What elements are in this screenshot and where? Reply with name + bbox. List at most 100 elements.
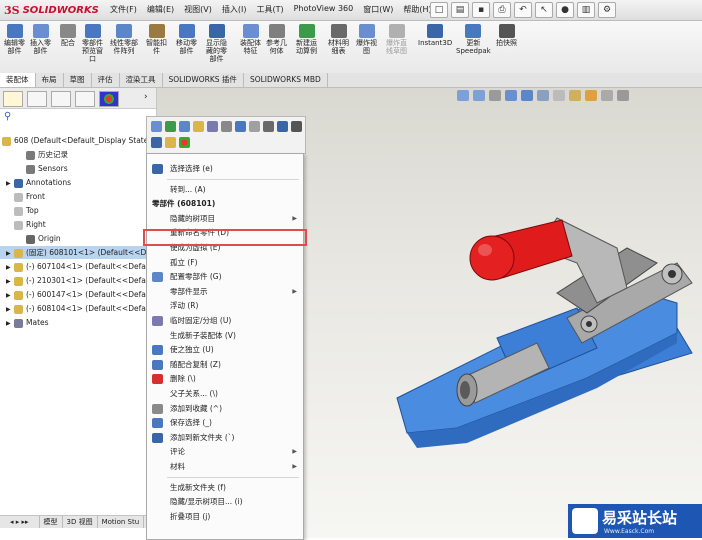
context-menu-item[interactable]: 隐藏的树项目 ▶: [147, 212, 303, 226]
table-icon[interactable]: [291, 121, 302, 132]
context-menu-item[interactable]: 孤立 (F): [147, 256, 303, 270]
tree-item[interactable]: Origin: [0, 232, 61, 245]
open-part-icon[interactable]: [179, 121, 190, 132]
tree-item[interactable]: 历史记录: [0, 148, 68, 161]
ribbon-command-13[interactable]: 爆炸直 线草图: [386, 24, 407, 55]
context-menu-item[interactable]: 生成新文件夹 (f): [147, 481, 303, 495]
open-file-icon[interactable]: ▤: [451, 2, 469, 18]
edit-sketch-icon[interactable]: [165, 121, 176, 132]
feature-tree-tab-icon[interactable]: [3, 91, 23, 107]
tree-item[interactable]: Front: [0, 190, 45, 203]
ribbon-command-8[interactable]: 装配体 特征: [240, 24, 261, 55]
tree-item[interactable]: ▶ Annotations: [0, 176, 71, 189]
context-menu-item[interactable]: 隐藏/显示树项目... (i): [147, 495, 303, 509]
view-mates-icon[interactable]: [277, 121, 288, 132]
configuration-manager-tab-icon[interactable]: [51, 91, 71, 107]
save-icon[interactable]: ▪: [472, 2, 490, 18]
menu-item-6[interactable]: 窗口(W): [363, 4, 393, 15]
zoom-to-selection-icon[interactable]: [151, 137, 162, 148]
new-file-icon[interactable]: □: [430, 2, 448, 18]
expand-arrow-icon[interactable]: ▶: [6, 317, 14, 330]
tree-item[interactable]: Sensors: [0, 162, 68, 175]
ribbon-command-0[interactable]: 编辑零 部件: [4, 24, 25, 55]
tree-item[interactable]: Top: [0, 204, 39, 217]
tab-0[interactable]: 装配体: [0, 73, 36, 87]
menu-item-4[interactable]: 工具(T): [256, 4, 283, 15]
suppress-icon[interactable]: [235, 121, 246, 132]
menu-item-0[interactable]: 文件(F): [110, 4, 137, 15]
change-transparency-icon[interactable]: [249, 121, 260, 132]
context-menu-item[interactable]: 折叠项目 (j): [147, 510, 303, 524]
display-manager-tab-icon[interactable]: [99, 91, 119, 107]
ribbon-command-3[interactable]: 零部件 预览窗 口: [82, 24, 103, 63]
context-menu-item[interactable]: 保存选择 (_): [147, 416, 303, 430]
undo-icon[interactable]: ↶: [514, 2, 532, 18]
context-menu-item[interactable]: 添加到收藏 (^): [147, 402, 303, 416]
context-menu-item[interactable]: 父子关系... (\): [147, 387, 303, 401]
tab-1[interactable]: 布局: [36, 73, 64, 87]
expand-arrow-icon[interactable]: ▶: [6, 247, 14, 260]
ribbon-command-12[interactable]: 爆炸视 图: [356, 24, 377, 55]
menu-item-2[interactable]: 视图(V): [184, 4, 212, 15]
context-menu-item[interactable]: 生成新子装配体 (V): [147, 329, 303, 343]
menu-item-1[interactable]: 编辑(E): [147, 4, 174, 15]
context-menu-item[interactable]: 随配合复制 (Z): [147, 358, 303, 372]
context-menu-item[interactable]: 配置零部件 (G): [147, 270, 303, 284]
context-menu-item[interactable]: 转到... (A): [147, 183, 303, 197]
rebuild-component-icon[interactable]: [263, 121, 274, 132]
expand-arrow-icon[interactable]: ▶: [6, 177, 14, 190]
ribbon-command-2[interactable]: 配合: [60, 24, 76, 47]
ribbon-command-9[interactable]: 参考几 何体: [266, 24, 287, 55]
ribbon-command-5[interactable]: 智能扣 件: [146, 24, 167, 55]
tab-2[interactable]: 草图: [64, 73, 92, 87]
menu-item-3[interactable]: 插入(I): [222, 4, 247, 15]
context-menu-item[interactable]: 临时固定/分组 (U): [147, 314, 303, 328]
context-menu-item[interactable]: 选择选择 (e): [147, 162, 303, 176]
tab-6[interactable]: SOLIDWORKS MBD: [244, 73, 328, 87]
expand-arrow-icon[interactable]: ▶: [6, 289, 14, 302]
ribbon-command-6[interactable]: 移动零 部件: [176, 24, 197, 55]
ribbon-command-15[interactable]: 更新 Speedpak: [456, 24, 491, 55]
panel-more-chevron-icon[interactable]: ›: [144, 92, 148, 102]
tree-item[interactable]: ▶ (-) 600147<1> (Default<<Defau: [0, 288, 151, 301]
filter-icon[interactable]: ⚲: [4, 111, 11, 122]
appearance-icon[interactable]: [165, 137, 176, 148]
context-menu-item[interactable]: 使之独立 (U): [147, 343, 303, 357]
tree-item[interactable]: ▶ (-) 607104<1> (Default<<Defau: [0, 260, 151, 273]
menu-item-7[interactable]: 帮助(H): [403, 4, 431, 15]
bottom-tab-0[interactable]: 模型: [40, 516, 63, 528]
ribbon-command-10[interactable]: 新建运 动算例: [296, 24, 317, 55]
expand-arrow-icon[interactable]: ▶: [6, 261, 14, 274]
ribbon-command-1[interactable]: 插入零 部件: [30, 24, 51, 55]
tree-item[interactable]: ▶ (固定) 608101<1> (Default<<De: [0, 246, 162, 259]
ribbon-command-4[interactable]: 线性零部 件阵列: [110, 24, 138, 55]
ribbon-command-11[interactable]: 材料明 细表: [328, 24, 349, 55]
bottom-tab-2[interactable]: Motion Stu: [98, 516, 145, 528]
options-gear-icon[interactable]: ⚙: [598, 2, 616, 18]
hide-components-icon[interactable]: [221, 121, 232, 132]
rebuild-icon[interactable]: ●: [556, 2, 574, 18]
tab-3[interactable]: 评估: [92, 73, 120, 87]
tab-5[interactable]: SOLIDWORKS 插件: [163, 73, 244, 87]
tree-item[interactable]: Right: [0, 218, 46, 231]
print-icon[interactable]: ⎙: [493, 2, 511, 18]
menu-item-5[interactable]: PhotoView 360: [294, 4, 354, 15]
property-manager-tab-icon[interactable]: [27, 91, 47, 107]
context-menu-item[interactable]: 删除 (\): [147, 372, 303, 386]
expand-arrow-icon[interactable]: ▶: [6, 303, 14, 316]
ribbon-command-16[interactable]: 拍快照: [496, 24, 517, 47]
component-properties-icon[interactable]: [193, 121, 204, 132]
dimxpert-tab-icon[interactable]: [75, 91, 95, 107]
ribbon-command-14[interactable]: Instant3D: [418, 24, 452, 47]
expand-arrow-icon[interactable]: ▶: [6, 275, 14, 288]
tree-root[interactable]: 608 (Default<Default_Display State: [2, 134, 148, 147]
context-menu-item[interactable]: 添加到新文件夹 (`): [147, 431, 303, 445]
edit-part-icon[interactable]: [151, 121, 162, 132]
bottom-tab-1[interactable]: 3D 视图: [63, 516, 98, 528]
tree-item[interactable]: ▶ Mates: [0, 316, 49, 329]
context-menu-item[interactable]: 浮动 (R): [147, 299, 303, 313]
make-transparent-icon[interactable]: [207, 121, 218, 132]
tab-4[interactable]: 渲染工具: [120, 73, 163, 87]
context-menu-item[interactable]: 零部件显示 ▶: [147, 285, 303, 299]
file-properties-icon[interactable]: ▥: [577, 2, 595, 18]
